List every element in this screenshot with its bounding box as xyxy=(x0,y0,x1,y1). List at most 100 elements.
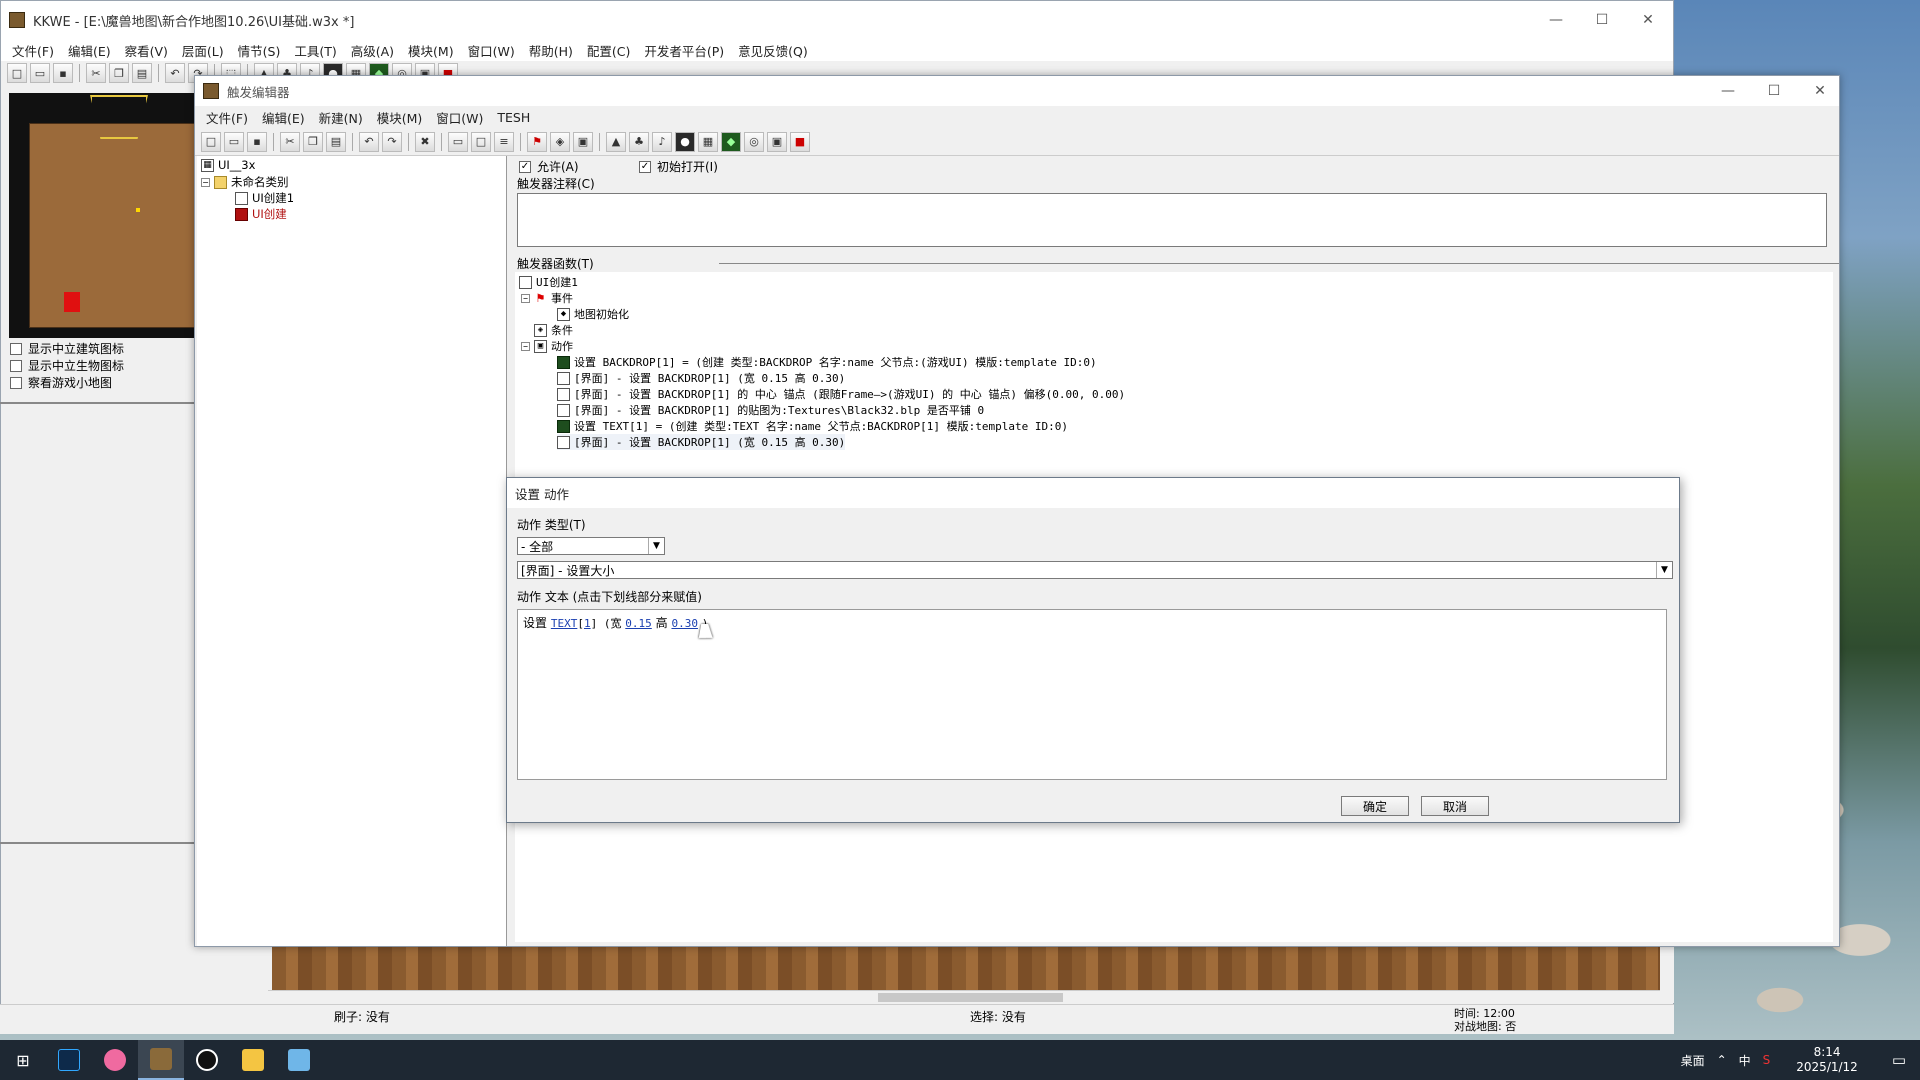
new-comment-icon[interactable]: ≡ xyxy=(494,131,514,152)
object-icon[interactable]: ◎ xyxy=(744,131,764,152)
events-node[interactable]: − ⚑ 事件 xyxy=(521,290,573,306)
menu-devplatform[interactable]: 开发者平台(P) xyxy=(637,41,731,60)
taskbar-photoshop[interactable] xyxy=(46,1040,92,1080)
test-map-icon[interactable]: ■ xyxy=(790,131,810,152)
region-icon[interactable]: ▦ xyxy=(698,131,718,152)
param-index-link[interactable]: 1 xyxy=(584,617,591,630)
checkbox[interactable] xyxy=(10,376,22,389)
tree-root[interactable]: ▦ UI__3x xyxy=(201,158,255,172)
import-icon[interactable]: ▣ xyxy=(767,131,787,152)
undo-icon[interactable]: ↶ xyxy=(165,63,185,83)
trigger-close-icon[interactable]: ✕ xyxy=(1797,76,1843,106)
terrain-icon[interactable]: ▲ xyxy=(606,131,626,152)
chevron-up-icon[interactable]: ⌃ xyxy=(1711,1053,1733,1067)
new-icon[interactable]: □ xyxy=(201,131,221,152)
action-function-select[interactable]: [界面] - 设置大小 ▼ xyxy=(517,561,1673,579)
new-action-icon[interactable]: ▣ xyxy=(573,131,593,152)
checkbox[interactable] xyxy=(10,359,22,372)
start-button[interactable]: ⊞ xyxy=(0,1040,46,1080)
sound-icon[interactable]: ♪ xyxy=(652,131,672,152)
checkbox[interactable]: ✓ xyxy=(519,160,531,173)
param-width-link[interactable]: 0.15 xyxy=(625,617,652,630)
tree-trigger-item-disabled[interactable]: UI创建 xyxy=(235,206,287,222)
check-neutral-creeps[interactable]: 显示中立生物图标 xyxy=(10,357,124,374)
trigger-maximize-icon[interactable]: ☐ xyxy=(1751,76,1797,106)
new-category-icon[interactable]: ▭ xyxy=(448,131,468,152)
trigger-icon[interactable]: ◆ xyxy=(721,131,741,152)
param-variable-link[interactable]: TEXT xyxy=(551,617,578,630)
trig-menu-window[interactable]: 窗口(W) xyxy=(429,108,490,127)
chevron-down-icon[interactable]: ▼ xyxy=(1656,562,1672,578)
notification-icon[interactable]: ▭ xyxy=(1878,1051,1920,1069)
param-height-link[interactable]: 0.30 xyxy=(671,617,698,630)
open-icon[interactable]: ▭ xyxy=(30,63,50,83)
trigger-tree[interactable]: ▦ UI__3x − 未命名类别 UI创建1 UI创建 xyxy=(197,156,507,946)
actions-node[interactable]: − ▣ 动作 xyxy=(521,338,573,354)
action-row[interactable]: [界面] - 设置 BACKDROP[1] 的 中心 锚点 (跟随Frame—>… xyxy=(557,386,1125,402)
ime-indicator[interactable]: 中 xyxy=(1733,1052,1757,1069)
cut-icon[interactable]: ✂ xyxy=(280,131,300,152)
copy-icon[interactable]: ❐ xyxy=(109,63,129,83)
trig-menu-new[interactable]: 新建(N) xyxy=(312,108,370,127)
collapse-icon[interactable]: − xyxy=(201,177,210,187)
chevron-down-icon[interactable]: ▼ xyxy=(648,538,664,554)
tree-trigger-item[interactable]: UI创建1 xyxy=(235,190,294,206)
comment-textarea[interactable] xyxy=(517,193,1827,247)
menu-tools[interactable]: 工具(T) xyxy=(287,41,343,60)
menu-window[interactable]: 窗口(W) xyxy=(461,41,522,60)
action-row-selected[interactable]: [界面] - 设置 BACKDROP[1] (宽 0.15 高 0.30) xyxy=(557,434,846,450)
menu-scenario[interactable]: 情节(S) xyxy=(231,41,288,60)
close-icon[interactable]: ✕ xyxy=(1625,1,1671,39)
clock[interactable]: 8:14 2025/1/12 xyxy=(1776,1045,1878,1075)
action-row[interactable]: 设置 BACKDROP[1] = (创建 类型:BACKDROP 名字:name… xyxy=(557,354,1097,370)
tree-category[interactable]: − 未命名类别 xyxy=(201,174,289,190)
ok-button[interactable]: 确定 xyxy=(1341,796,1409,816)
delete-icon[interactable]: ✖ xyxy=(415,131,435,152)
menu-view[interactable]: 察看(V) xyxy=(118,41,175,60)
trig-menu-tesh[interactable]: TESH xyxy=(490,110,537,125)
desktop-label[interactable]: 桌面 xyxy=(1675,1052,1711,1069)
minimize-icon[interactable]: — xyxy=(1533,1,1579,39)
new-icon[interactable]: □ xyxy=(7,63,27,83)
new-event-icon[interactable]: ⚑ xyxy=(527,131,547,152)
menu-help[interactable]: 帮助(H) xyxy=(522,41,580,60)
open-icon[interactable]: ▭ xyxy=(224,131,244,152)
unit-icon[interactable]: ● xyxy=(675,131,695,152)
check-game-minimap[interactable]: 察看游戏小地图 xyxy=(10,374,112,391)
initially-on-checkbox[interactable]: ✓ 初始打开(I) xyxy=(639,158,718,175)
taskbar-app2[interactable] xyxy=(92,1040,138,1080)
doodad-icon[interactable]: ♣ xyxy=(629,131,649,152)
action-row[interactable]: 设置 TEXT[1] = (创建 类型:TEXT 名字:name 父节点:BAC… xyxy=(557,418,1068,434)
trig-menu-edit[interactable]: 编辑(E) xyxy=(255,108,312,127)
trigger-minimize-icon[interactable]: — xyxy=(1705,76,1751,106)
event-item[interactable]: ◆ 地图初始化 xyxy=(557,306,629,322)
cut-icon[interactable]: ✂ xyxy=(86,63,106,83)
paste-icon[interactable]: ▤ xyxy=(132,63,152,83)
new-condition-icon[interactable]: ◈ xyxy=(550,131,570,152)
checkbox[interactable] xyxy=(10,342,22,355)
menu-edit[interactable]: 编辑(E) xyxy=(61,41,118,60)
checkbox[interactable]: ✓ xyxy=(639,160,651,173)
collapse-icon[interactable]: − xyxy=(521,293,530,303)
save-icon[interactable]: ▪ xyxy=(247,131,267,152)
paste-icon[interactable]: ▤ xyxy=(326,131,346,152)
menu-module[interactable]: 模块(M) xyxy=(401,41,461,60)
redo-icon[interactable]: ↷ xyxy=(382,131,402,152)
sogou-icon[interactable]: S xyxy=(1757,1053,1777,1067)
taskbar-app6[interactable] xyxy=(276,1040,322,1080)
save-icon[interactable]: ▪ xyxy=(53,63,73,83)
menu-advanced[interactable]: 高级(A) xyxy=(344,41,401,60)
action-type-select[interactable]: - 全部 ▼ xyxy=(517,537,665,555)
map-viewport[interactable] xyxy=(272,945,1662,990)
scroll-thumb[interactable] xyxy=(878,993,1063,1002)
maximize-icon[interactable]: ☐ xyxy=(1579,1,1625,39)
menu-layer[interactable]: 层面(L) xyxy=(175,41,231,60)
menu-file[interactable]: 文件(F) xyxy=(5,41,61,60)
func-root[interactable]: UI创建1 xyxy=(519,274,578,290)
new-trigger-icon[interactable]: □ xyxy=(471,131,491,152)
taskbar-kkwe[interactable] xyxy=(138,1040,184,1080)
vertical-scrollbar[interactable] xyxy=(1660,945,1674,1003)
check-neutral-buildings[interactable]: 显示中立建筑图标 xyxy=(10,340,124,357)
collapse-icon[interactable]: − xyxy=(521,341,530,351)
conditions-node[interactable]: ◈ 条件 xyxy=(534,322,573,338)
